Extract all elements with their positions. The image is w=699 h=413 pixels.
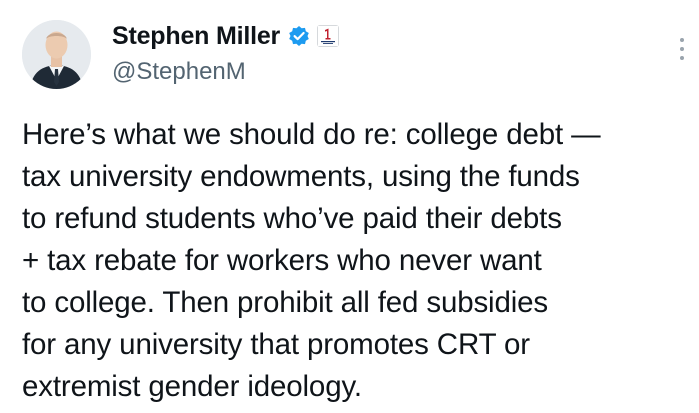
more-options-icon[interactable]	[679, 38, 685, 66]
verified-badge-icon[interactable]	[288, 25, 310, 47]
name-row: Stephen Miller	[112, 18, 659, 54]
author-handle[interactable]: @StephenM	[112, 58, 659, 86]
tweet-card: Stephen Miller @StephenM Here’s what we …	[0, 0, 699, 413]
more-dot-icon	[680, 38, 684, 42]
tweet-text: Here’s what we should do re: college deb…	[22, 118, 601, 403]
profile-photo	[22, 20, 91, 89]
avatar[interactable]	[22, 20, 91, 89]
affiliate-badge-icon[interactable]	[317, 25, 340, 47]
more-dot-icon	[680, 47, 684, 51]
tweet-header: Stephen Miller @StephenM	[112, 18, 659, 86]
author-display-name[interactable]: Stephen Miller	[112, 22, 280, 51]
more-dot-icon	[680, 56, 684, 60]
